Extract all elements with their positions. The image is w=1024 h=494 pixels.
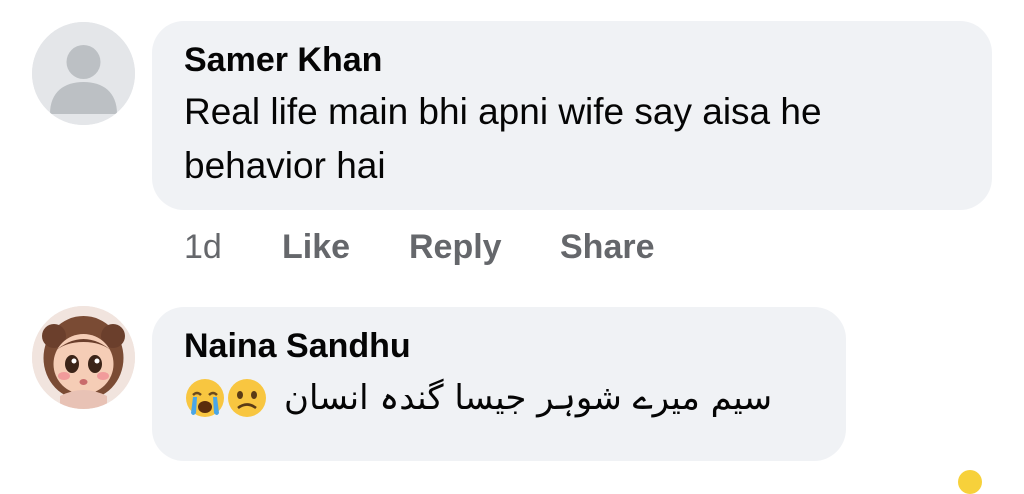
avatar[interactable] [32, 22, 135, 125]
reply-button[interactable]: Reply [409, 228, 502, 267]
loudly-crying-face-icon [186, 379, 224, 417]
comment-text: Real life main bhi apni wife say aisa he… [184, 91, 822, 186]
reaction-emoji-icon [958, 470, 982, 494]
comment-bubble: Samer Khan Real life main bhi apni wife … [152, 21, 992, 210]
comment-text-row: سیم میرے شوہر جیسا گندہ انسان [184, 371, 814, 425]
share-button[interactable]: Share [560, 228, 655, 267]
comment-author[interactable]: Samer Khan [184, 41, 382, 80]
comment-timestamp[interactable]: 1d [184, 228, 222, 267]
default-profile-icon [32, 22, 135, 125]
avatar[interactable] [32, 306, 135, 409]
comment-text: سیم میرے شوہر جیسا گندہ انسان [284, 378, 773, 418]
sad-face-icon [228, 379, 266, 417]
like-button[interactable]: Like [282, 228, 350, 267]
comment-author[interactable]: Naina Sandhu [184, 327, 411, 366]
comment-bubble: Naina Sandhu سیم میرے شوہر جیسا گندہ انس… [152, 307, 846, 461]
emoji-group [184, 377, 268, 419]
cartoon-girl-avatar-icon [32, 306, 135, 409]
